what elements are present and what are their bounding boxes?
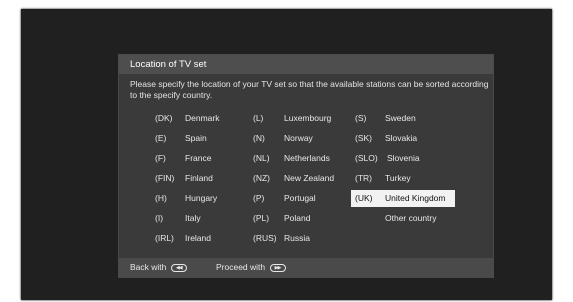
back-hint[interactable]: Back with ◀◀	[130, 258, 187, 277]
dialog-footer: Back with ◀◀ Proceed with ▶▶	[119, 258, 493, 277]
country-name: United Kingdom	[385, 193, 446, 203]
location-dialog: Location of TV set Please specify the lo…	[118, 54, 494, 278]
country-option-fin[interactable]: (FIN) Finland	[155, 170, 235, 187]
country-option-rus[interactable]: (RUS) Russia	[253, 230, 349, 247]
country-option-nz[interactable]: (NZ) New Zealand	[253, 170, 349, 187]
country-name: Denmark	[185, 113, 220, 123]
country-name: Italy	[185, 213, 201, 223]
country-code: (F)	[155, 153, 166, 163]
country-name: Hungary	[185, 193, 218, 203]
country-option-nl[interactable]: (NL) Netherlands	[253, 150, 349, 167]
country-option-p[interactable]: (P) Portugal	[253, 190, 349, 207]
country-option-l[interactable]: (L) Luxembourg	[253, 110, 349, 127]
country-name: Poland	[284, 213, 311, 223]
country-name: Netherlands	[284, 153, 330, 163]
country-option-sk[interactable]: (SK) Slovakia	[355, 130, 451, 147]
tv-screen: Location of TV set Please specify the lo…	[21, 9, 552, 300]
country-option-tr[interactable]: (TR) Turkey	[355, 170, 451, 187]
country-code: (TR)	[355, 173, 372, 183]
country-code: (S)	[355, 113, 367, 123]
country-name: France	[185, 153, 212, 163]
back-label: Back with	[130, 262, 167, 272]
dialog-title: Location of TV set	[119, 55, 493, 74]
country-code: (RUS)	[253, 233, 277, 243]
country-name: New Zealand	[284, 173, 335, 183]
instructions-text: Please specify the location of your TV s…	[130, 79, 489, 100]
country-code: (IRL)	[155, 233, 174, 243]
country-option-i[interactable]: (I) Italy	[155, 210, 235, 227]
country-code: (PL)	[253, 213, 270, 223]
country-name: Finland	[185, 173, 213, 183]
country-option-s[interactable]: (S) Sweden	[355, 110, 451, 127]
country-code: (SLO)	[355, 153, 378, 163]
country-code: (UK)	[355, 193, 373, 203]
country-name: Ireland	[185, 233, 211, 243]
country-option-f[interactable]: (F) France	[155, 150, 235, 167]
country-code: (I)	[155, 213, 164, 223]
country-option-irl[interactable]: (IRL) Ireland	[155, 230, 235, 247]
country-name: Russia	[284, 233, 310, 243]
country-code: (N)	[253, 133, 265, 143]
country-name: Turkey	[385, 173, 411, 183]
country-code: (DK)	[155, 113, 173, 123]
country-code: (H)	[155, 193, 167, 203]
country-name: Slovakia	[385, 133, 418, 143]
country-name: Spain	[185, 133, 207, 143]
country-code: (P)	[253, 193, 265, 203]
proceed-hint[interactable]: Proceed with ▶▶	[216, 258, 286, 277]
country-option-slo[interactable]: (SLO) Slovenia	[355, 150, 451, 167]
country-name: Portugal	[284, 193, 316, 203]
country-option-e[interactable]: (E) Spain	[155, 130, 235, 147]
country-option-n[interactable]: (N) Norway	[253, 130, 349, 147]
proceed-label: Proceed with	[216, 262, 266, 272]
country-name: Norway	[284, 133, 313, 143]
country-code: (E)	[155, 133, 167, 143]
country-option-pl[interactable]: (PL) Poland	[253, 210, 349, 227]
country-code: (L)	[253, 113, 264, 123]
country-name: Luxembourg	[284, 113, 332, 123]
country-code: (SK)	[355, 133, 372, 143]
country-code: (NL)	[253, 153, 270, 163]
country-option-h[interactable]: (H) Hungary	[155, 190, 235, 207]
country-name: Other country	[385, 213, 437, 223]
fast-forward-key-icon: ▶▶	[269, 263, 286, 272]
country-code: (NZ)	[253, 173, 270, 183]
country-name: Slovenia	[387, 153, 420, 163]
country-option-dk[interactable]: (DK) Denmark	[155, 110, 235, 127]
country-option-uk[interactable]: (UK) United Kingdom	[351, 190, 455, 207]
country-option-other[interactable]: Other country	[355, 210, 451, 227]
country-name: Sweden	[385, 113, 416, 123]
rewind-key-icon: ◀◀	[170, 263, 187, 272]
country-code: (FIN)	[155, 173, 175, 183]
